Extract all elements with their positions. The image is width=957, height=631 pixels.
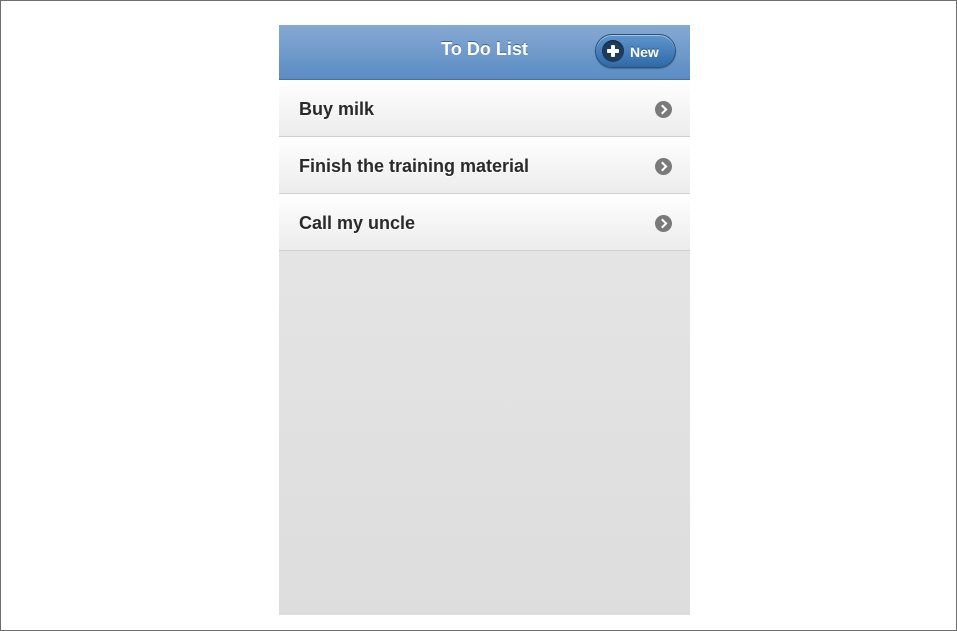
app-screen: To Do List New Buy milk Finish the train…	[279, 25, 690, 615]
todo-list: Buy milk Finish the training material Ca…	[279, 80, 690, 251]
todo-item-label: Call my uncle	[299, 213, 416, 233]
new-button-label: New	[630, 44, 659, 60]
chevron-right-icon	[655, 158, 672, 175]
todo-item-finish-training[interactable]: Finish the training material	[279, 137, 690, 194]
header-bar: To Do List New	[279, 25, 690, 80]
chevron-right-icon	[655, 215, 672, 232]
plus-circle-icon	[602, 40, 624, 62]
chevron-right-icon	[655, 101, 672, 118]
todo-item-buy-milk[interactable]: Buy milk	[279, 80, 690, 137]
todo-item-label: Finish the training material	[299, 156, 530, 176]
todo-item-call-uncle[interactable]: Call my uncle	[279, 194, 690, 251]
page-frame: To Do List New Buy milk Finish the train…	[0, 0, 957, 631]
todo-item-label: Buy milk	[299, 99, 375, 119]
new-button[interactable]: New	[595, 34, 676, 68]
